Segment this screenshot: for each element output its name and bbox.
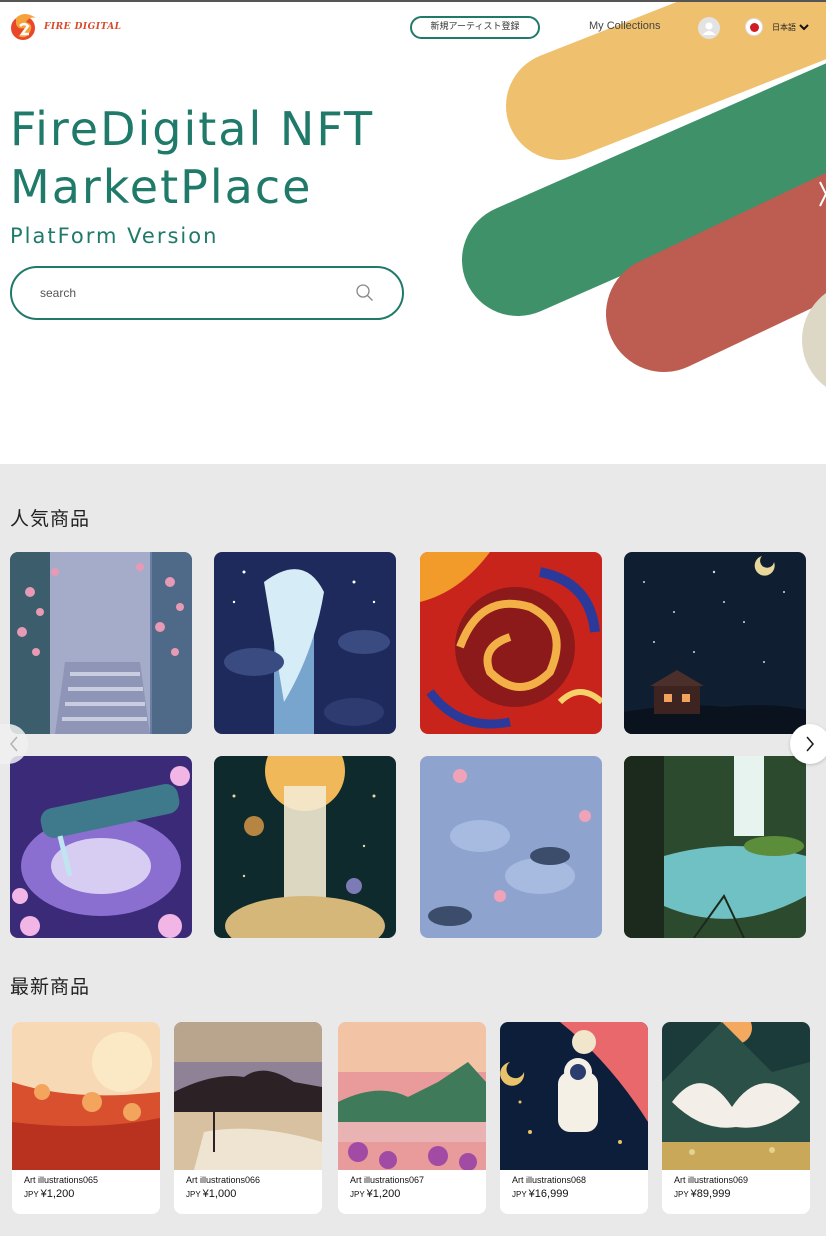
hero-title-line1: FireDigital NFT: [10, 102, 375, 156]
item-name: Art illustrations065: [24, 1175, 99, 1185]
forest-waterfall-artwork: [624, 756, 806, 938]
popular-item-7[interactable]: [420, 756, 602, 938]
pink-mountain-artwork: [338, 1022, 486, 1170]
latest-item-card[interactable]: Art illustrations065 JPY ¥1,200: [12, 1022, 160, 1214]
hero-subtitle: PlatForm Version: [10, 224, 219, 248]
item-price-value: ¥1,200: [40, 1188, 75, 1200]
fire-logo-icon: [11, 14, 36, 40]
top-navigation: FIRE DIGITAL 新規アーティスト登録 My Collections 日…: [0, 2, 826, 50]
whale-night-artwork: [214, 552, 396, 734]
item-currency: JPY: [186, 1190, 201, 1199]
swans-artwork: [662, 1022, 810, 1170]
latest-item-card[interactable]: Art illustrations069 JPY ¥89,999: [662, 1022, 810, 1214]
search-input[interactable]: [40, 283, 340, 303]
chevron-left-icon: [10, 736, 18, 752]
language-label: 日本語: [772, 22, 796, 32]
search-bar: [10, 266, 404, 320]
item-currency: JPY: [24, 1190, 39, 1199]
search-icon[interactable]: [355, 283, 375, 303]
item-price: JPY ¥16,999: [512, 1188, 568, 1200]
popular-item-6[interactable]: [214, 756, 396, 938]
item-name: Art illustrations068: [512, 1175, 587, 1185]
autumn-tree-artwork: [12, 1022, 160, 1170]
popular-item-4[interactable]: [624, 552, 806, 734]
latest-section-title: 最新商品: [10, 976, 91, 998]
brand-logo[interactable]: FIRE DIGITAL: [8, 12, 122, 42]
carousel-next-button[interactable]: [790, 724, 826, 764]
moon-waterfall-artwork: [214, 756, 396, 938]
hero-title-line2: MarketPlace: [10, 160, 313, 214]
lotus-pond-artwork: [420, 756, 602, 938]
rose-staircase-artwork: [10, 552, 192, 734]
item-price: JPY ¥89,999: [674, 1188, 730, 1200]
brand-name: FIRE DIGITAL: [44, 22, 122, 32]
item-name: Art illustrations067: [350, 1175, 425, 1185]
user-avatar[interactable]: [698, 17, 720, 39]
item-name: Art illustrations066: [186, 1175, 261, 1185]
item-price: JPY ¥1,000: [186, 1188, 236, 1200]
latest-item-card[interactable]: Art illustrations068 JPY ¥16,999: [500, 1022, 648, 1214]
language-selector[interactable]: 日本語: [745, 18, 809, 36]
item-price: JPY ¥1,200: [24, 1188, 74, 1200]
red-swirl-artwork: [420, 552, 602, 734]
popular-item-8[interactable]: [624, 756, 806, 938]
latest-item-card[interactable]: Art illustrations066 JPY ¥1,000: [174, 1022, 322, 1214]
chevron-right-icon: [806, 736, 815, 752]
astronaut-artwork: [500, 1022, 648, 1170]
item-currency: JPY: [350, 1190, 365, 1199]
item-price-value: ¥1,200: [366, 1188, 401, 1200]
my-collections-link[interactable]: My Collections: [589, 20, 661, 32]
item-price-value: ¥16,999: [528, 1188, 569, 1200]
popular-item-1[interactable]: [10, 552, 192, 734]
starry-cabin-artwork: [624, 552, 806, 734]
japan-flag-icon: [745, 18, 763, 36]
chevron-down-icon: [799, 24, 809, 31]
item-name: Art illustrations069: [674, 1175, 749, 1185]
popular-item-3[interactable]: [420, 552, 602, 734]
user-icon: [702, 22, 716, 35]
item-currency: JPY: [512, 1190, 527, 1199]
item-currency: JPY: [674, 1190, 689, 1199]
pipe-water-artwork: [10, 756, 192, 938]
item-price-value: ¥89,999: [690, 1188, 731, 1200]
latest-item-card[interactable]: Art illustrations067 JPY ¥1,200: [338, 1022, 486, 1214]
artist-register-button[interactable]: 新規アーティスト登録: [410, 16, 540, 39]
popular-item-5[interactable]: [10, 756, 192, 938]
popular-item-2[interactable]: [214, 552, 396, 734]
popular-section-title: 人気商品: [10, 508, 91, 530]
hero-title: FireDigital NFT MarketPlace: [10, 100, 430, 216]
item-price-value: ¥1,000: [202, 1188, 237, 1200]
sunset-lake-artwork: [174, 1022, 322, 1170]
item-price: JPY ¥1,200: [350, 1188, 400, 1200]
